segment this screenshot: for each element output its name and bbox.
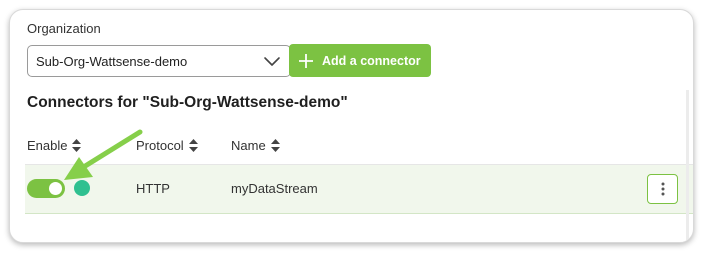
add-connector-label: Add a connector <box>322 53 421 68</box>
connectors-card: Organization Sub-Org-Wattsense-demo Add … <box>9 9 694 243</box>
name-cell: myDataStream <box>231 181 318 196</box>
sort-icon <box>188 139 198 152</box>
status-indicator <box>74 180 90 196</box>
plus-icon <box>299 53 313 68</box>
enable-toggle[interactable] <box>27 179 65 198</box>
sort-icon <box>270 139 280 152</box>
chevron-down-icon <box>264 57 280 66</box>
column-header-label: Protocol <box>136 138 184 153</box>
column-header-enable[interactable]: Enable <box>27 138 82 153</box>
organization-select[interactable]: Sub-Org-Wattsense-demo <box>27 45 291 77</box>
organization-select-value: Sub-Org-Wattsense-demo <box>36 53 188 69</box>
column-header-label: Enable <box>27 138 68 153</box>
column-header-label: Name <box>231 138 266 153</box>
section-title: Connectors for "Sub-Org-Wattsense-demo" <box>27 94 348 111</box>
organization-label: Organization <box>27 21 101 36</box>
scrollbar[interactable] <box>686 90 689 240</box>
more-vertical-icon <box>661 182 664 196</box>
add-connector-button[interactable]: Add a connector <box>289 44 431 77</box>
column-header-protocol[interactable]: Protocol <box>136 138 198 153</box>
protocol-cell: HTTP <box>136 181 170 196</box>
column-header-name[interactable]: Name <box>231 138 280 153</box>
toggle-knob <box>49 182 62 195</box>
sort-icon <box>72 139 82 152</box>
table-row: HTTP myDataStream <box>25 165 693 214</box>
row-actions-button[interactable] <box>647 174 678 204</box>
